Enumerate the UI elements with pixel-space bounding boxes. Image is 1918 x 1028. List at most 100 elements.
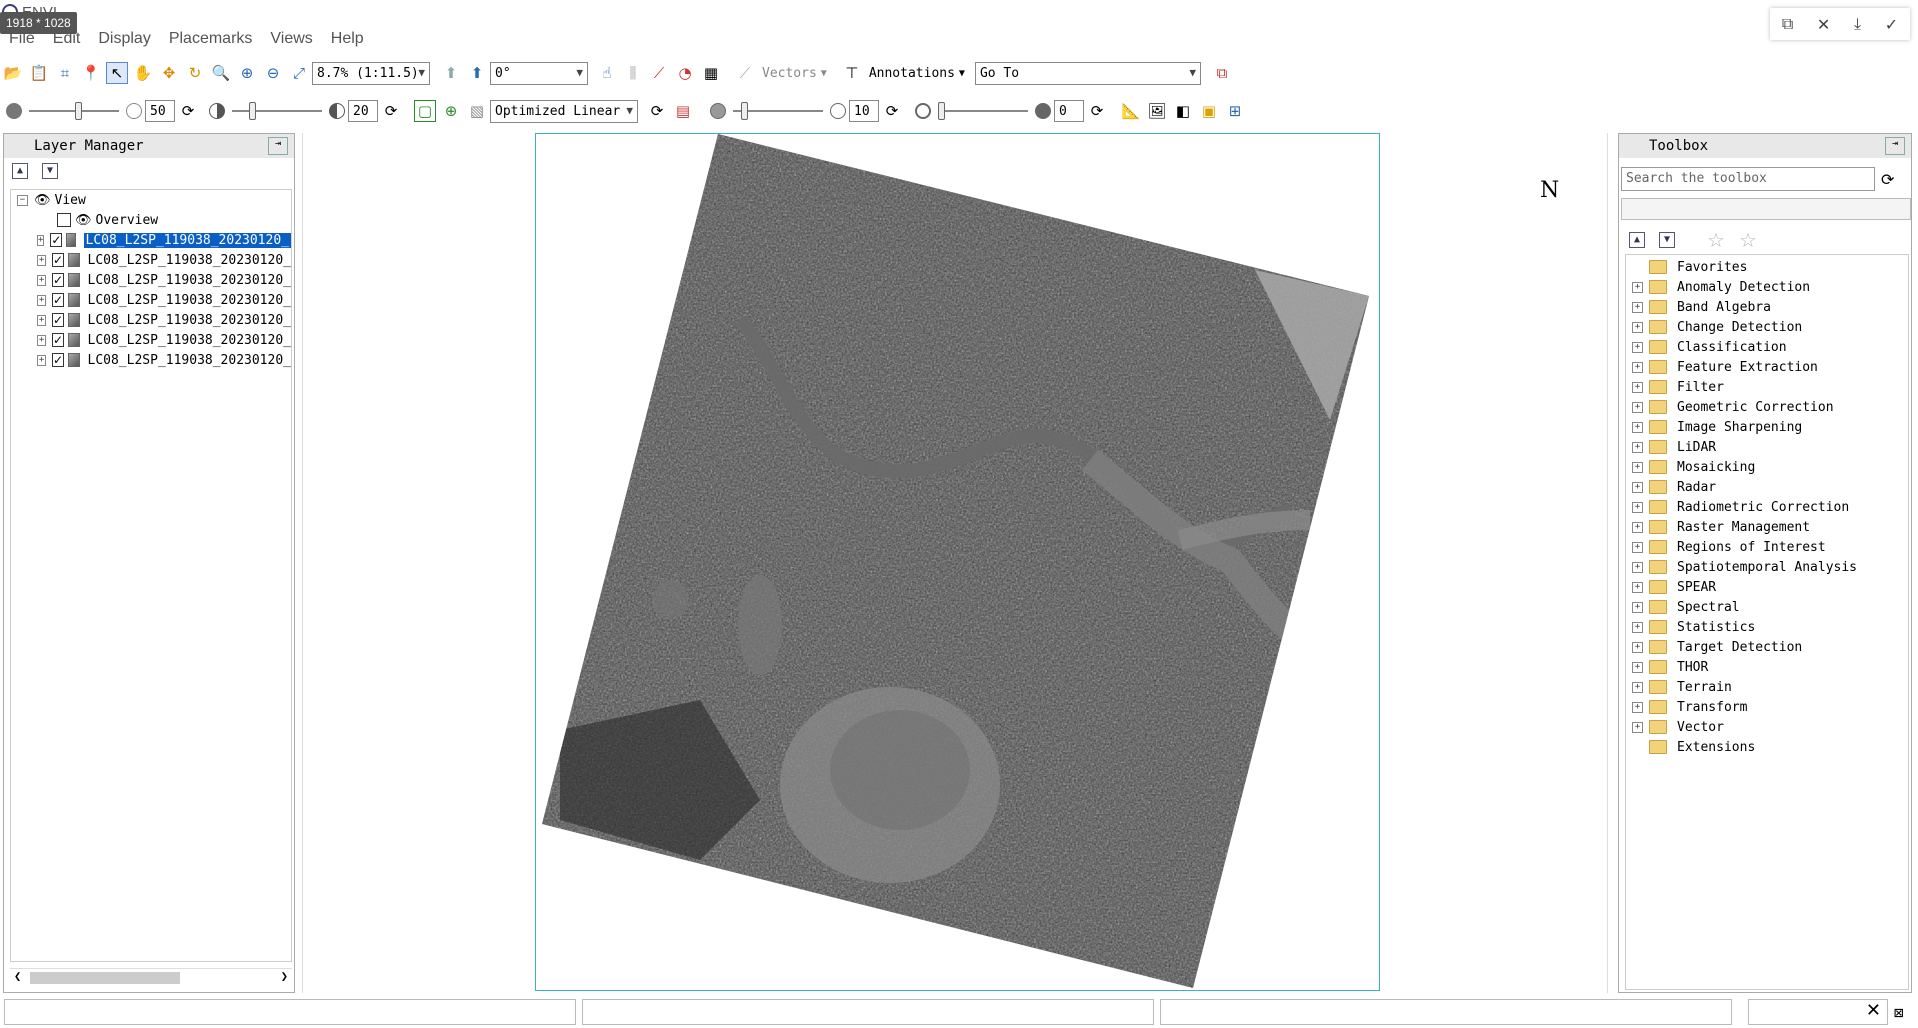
- expand-icon[interactable]: +: [1632, 381, 1643, 393]
- toolbox-folder[interactable]: + Terrain: [1626, 677, 1908, 697]
- toolbox-folder-label: THOR: [1677, 659, 1709, 675]
- toolbox-folder-label: LiDAR: [1677, 439, 1717, 455]
- toolbox-folder[interactable]: + Spatiotemporal Analysis: [1626, 557, 1908, 577]
- expand-icon[interactable]: +: [1632, 721, 1643, 733]
- toolbox-folder[interactable]: + Geometric Correction: [1626, 397, 1908, 417]
- toolbox-folder[interactable]: + Spectral: [1626, 597, 1908, 617]
- status-bar: ✕ ⊠: [0, 996, 1918, 1028]
- toolbox-search-input[interactable]: Search the toolbox: [1621, 167, 1875, 191]
- toolbox-folder[interactable]: + Change Detection: [1626, 317, 1908, 337]
- folder-icon: [1649, 440, 1667, 454]
- expand-icon[interactable]: +: [1632, 461, 1643, 473]
- toolbox-controls: ▲ ▼ ☆ ☆: [1629, 228, 1757, 252]
- toolbox-folder[interactable]: + Anomaly Detection: [1626, 277, 1908, 297]
- toolbox-folder[interactable]: Extensions: [1626, 737, 1908, 757]
- folder-icon: [1649, 380, 1667, 394]
- toolbox-folder-label: Vector: [1677, 719, 1724, 735]
- toolbox-folder[interactable]: + THOR: [1626, 657, 1908, 677]
- folder-icon: [1649, 320, 1667, 334]
- folder-icon: [1649, 280, 1667, 294]
- expand-icon[interactable]: +: [1632, 321, 1643, 333]
- expand-icon[interactable]: +: [1632, 561, 1643, 573]
- expand-icon[interactable]: +: [1632, 361, 1643, 373]
- toolbox-folder[interactable]: + Raster Management: [1626, 517, 1908, 537]
- pin-icon[interactable]: ⇥: [1885, 137, 1905, 155]
- status-field-2: [582, 999, 1154, 1025]
- expand-icon[interactable]: +: [1632, 681, 1643, 693]
- expand-icon[interactable]: +: [1632, 281, 1643, 293]
- folder-icon: [1649, 480, 1667, 494]
- toolbox-folder[interactable]: + Radiometric Correction: [1626, 497, 1908, 517]
- toolbox-folder[interactable]: + SPEAR: [1626, 577, 1908, 597]
- toolbox-folder[interactable]: Favorites: [1626, 257, 1908, 277]
- expand-icon[interactable]: +: [1632, 661, 1643, 673]
- expand-icon[interactable]: +: [1632, 421, 1643, 433]
- toolbox-folder[interactable]: + Filter: [1626, 377, 1908, 397]
- toolbox-folder-label: SPEAR: [1677, 579, 1717, 595]
- folder-icon: [1649, 680, 1667, 694]
- expand-icon[interactable]: +: [1632, 301, 1643, 313]
- toolbox-folder-label: Radar: [1677, 479, 1717, 495]
- toolbox-folder-label: Change Detection: [1677, 319, 1803, 335]
- expand-icon[interactable]: +: [1632, 341, 1643, 353]
- folder-icon: [1649, 620, 1667, 634]
- folder-icon: [1649, 540, 1667, 554]
- toolbox-tree: Favorites + Anomaly Detection + Band Algebra…: [1625, 254, 1909, 990]
- folder-icon: [1649, 300, 1667, 314]
- toolbox-folder-label: Classification: [1677, 339, 1787, 355]
- add-favorite-star-icon[interactable]: ☆: [1707, 228, 1725, 252]
- folder-icon: [1649, 500, 1667, 514]
- toolbox-folder[interactable]: + Regions of Interest: [1626, 537, 1908, 557]
- expand-icon[interactable]: +: [1632, 521, 1643, 533]
- close-icon[interactable]: ✕: [1866, 1000, 1881, 1021]
- expand-icon: [1632, 742, 1643, 753]
- toolbox-folder[interactable]: + Radar: [1626, 477, 1908, 497]
- expand-icon[interactable]: +: [1632, 581, 1643, 593]
- status-field-3: [1160, 999, 1732, 1025]
- toolbox-folder[interactable]: + Image Sharpening: [1626, 417, 1908, 437]
- status-field-1: [4, 999, 576, 1025]
- north-arrow-icon: N: [1540, 178, 1559, 203]
- folder-icon: [1649, 580, 1667, 594]
- toolbox-folder[interactable]: + Vector: [1626, 717, 1908, 737]
- folder-icon: [1649, 520, 1667, 534]
- toolbox-folder-label: Target Detection: [1677, 639, 1803, 655]
- toolbox-folder-label: Radiometric Correction: [1677, 499, 1850, 515]
- resize-grip-icon[interactable]: ⊠: [1894, 1003, 1904, 1022]
- expand-icon[interactable]: +: [1632, 501, 1643, 513]
- folder-icon: [1649, 740, 1667, 754]
- toolbox-folder[interactable]: + Mosaicking: [1626, 457, 1908, 477]
- toolbox-folder[interactable]: + Target Detection: [1626, 637, 1908, 657]
- expand-icon[interactable]: +: [1632, 481, 1643, 493]
- favorites-folder-icon: [1649, 260, 1667, 274]
- toolbox-folder[interactable]: + LiDAR: [1626, 437, 1908, 457]
- toolbox-folder[interactable]: + Statistics: [1626, 617, 1908, 637]
- refresh-icon[interactable]: ⟳: [1881, 170, 1894, 189]
- toolbox-folder-label: Transform: [1677, 699, 1748, 715]
- toolbox-folder-label: Image Sharpening: [1677, 419, 1803, 435]
- remove-favorite-star-icon[interactable]: ☆: [1739, 228, 1757, 252]
- expand-icon[interactable]: +: [1632, 621, 1643, 633]
- expand-icon[interactable]: +: [1632, 701, 1643, 713]
- toolbox-folder-label: Raster Management: [1677, 519, 1811, 535]
- toolbox-folder-label: Terrain: [1677, 679, 1732, 695]
- toolbox-folder[interactable]: + Feature Extraction: [1626, 357, 1908, 377]
- folder-icon: [1649, 660, 1667, 674]
- expand-icon[interactable]: +: [1632, 441, 1643, 453]
- toolbox-folder[interactable]: + Band Algebra: [1626, 297, 1908, 317]
- folder-icon: [1649, 700, 1667, 714]
- expand-icon[interactable]: +: [1632, 601, 1643, 613]
- toolbox-folder-label: Spatiotemporal Analysis: [1677, 559, 1858, 575]
- expand-icon[interactable]: +: [1632, 541, 1643, 553]
- toolbox-folder-label: Mosaicking: [1677, 459, 1756, 475]
- toolbox-folder[interactable]: + Classification: [1626, 337, 1908, 357]
- toolbox-folder[interactable]: + Transform: [1626, 697, 1908, 717]
- expand-icon[interactable]: +: [1632, 401, 1643, 413]
- folder-icon: [1649, 640, 1667, 654]
- expand-all-icon[interactable]: ▲: [1629, 232, 1645, 248]
- collapse-all-icon[interactable]: ▼: [1659, 232, 1675, 248]
- toolbox-folder-label: Extensions: [1677, 739, 1756, 755]
- toolbox-header: Toolbox ⇥: [1619, 134, 1911, 158]
- expand-icon[interactable]: +: [1632, 641, 1643, 653]
- folder-icon: [1649, 560, 1667, 574]
